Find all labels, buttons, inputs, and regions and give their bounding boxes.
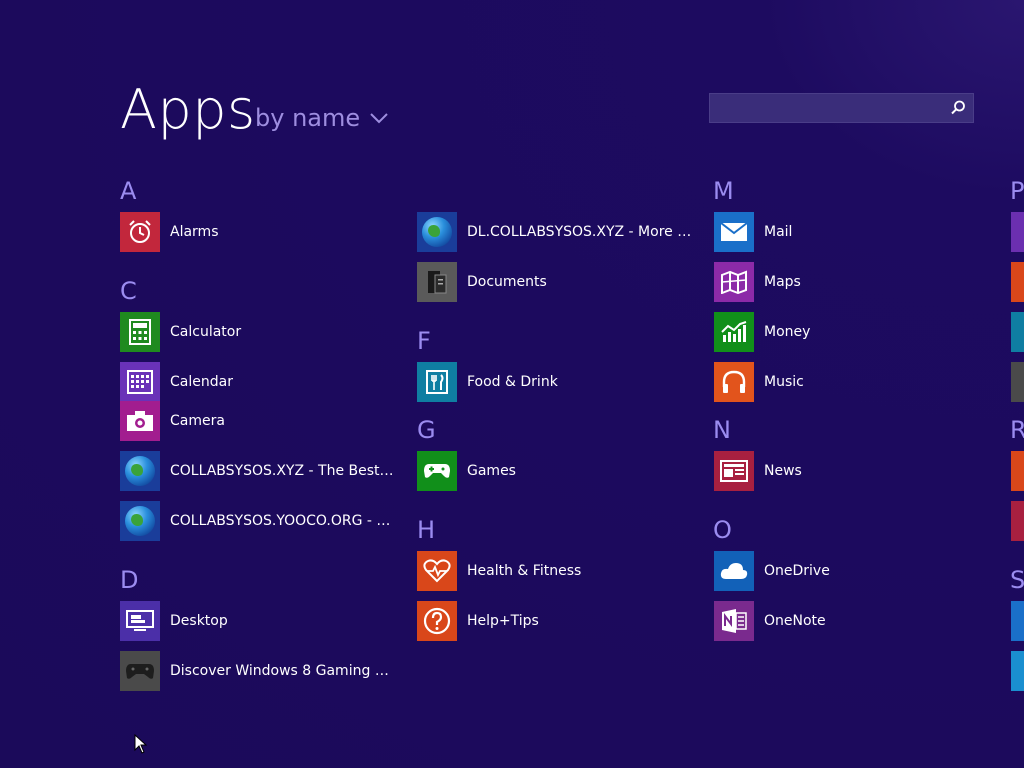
money-chart-icon [714, 312, 754, 352]
app-label: Food & Drink [467, 374, 558, 390]
app-label: Desktop [170, 613, 228, 629]
app-onenote[interactable]: OneNote [714, 601, 964, 641]
onenote-icon [714, 601, 754, 641]
group-header-r[interactable]: R [1010, 416, 1024, 444]
sort-by-dropdown[interactable]: by name [255, 104, 388, 132]
app-alarms[interactable]: Alarms [120, 212, 395, 252]
app-label: OneDrive [764, 563, 830, 579]
app-tile-partial[interactable] [1011, 312, 1024, 352]
app-desktop[interactable]: Desktop [120, 601, 395, 641]
app-tile-partial[interactable] [1011, 501, 1024, 541]
group-header-o[interactable]: O [713, 516, 732, 544]
newspaper-icon [714, 451, 754, 491]
alarm-clock-icon [120, 212, 160, 252]
app-tile-partial[interactable] [1011, 262, 1024, 302]
app-tile-partial[interactable] [1011, 362, 1024, 402]
xbox-controller-icon [417, 451, 457, 491]
calendar-icon [120, 362, 160, 402]
app-tile-partial[interactable] [1011, 451, 1024, 491]
app-mail[interactable]: Mail [714, 212, 964, 252]
desktop-icon [120, 601, 160, 641]
app-collabsysos-xyz[interactable]: COLLABSYSOS.XYZ - The Best S... [120, 451, 395, 491]
app-camera[interactable]: Camera [120, 401, 395, 441]
app-calculator[interactable]: Calculator [120, 312, 395, 352]
search-icon[interactable] [949, 99, 967, 117]
app-label: Maps [764, 274, 801, 290]
app-maps[interactable]: Maps [714, 262, 964, 302]
search-box[interactable] [709, 93, 974, 123]
app-documents[interactable]: Documents [417, 262, 692, 302]
app-onedrive[interactable]: OneDrive [714, 551, 964, 591]
app-news[interactable]: News [714, 451, 964, 491]
app-label: Documents [467, 274, 547, 290]
group-header-c[interactable]: C [120, 277, 137, 305]
documents-icon [417, 262, 457, 302]
app-games[interactable]: Games [417, 451, 692, 491]
app-money[interactable]: Money [714, 312, 964, 352]
app-label: Alarms [170, 224, 219, 240]
group-header-g[interactable]: G [417, 416, 436, 444]
chevron-down-icon [370, 113, 388, 124]
app-label: Calculator [170, 324, 242, 340]
app-food-drink[interactable]: Food & Drink [417, 362, 692, 402]
app-label: Mail [764, 224, 793, 240]
group-header-f[interactable]: F [417, 327, 431, 355]
app-health-fitness[interactable]: Health & Fitness [417, 551, 692, 591]
app-label: Money [764, 324, 811, 340]
headphones-icon [714, 362, 754, 402]
help-question-icon [417, 601, 457, 641]
cloud-icon [714, 551, 754, 591]
app-discover-gaming[interactable]: Discover Windows 8 Gaming Edi... [120, 651, 395, 691]
sort-label: by name [255, 104, 361, 132]
app-calendar[interactable]: Calendar [120, 362, 395, 402]
group-header-d[interactable]: D [120, 566, 138, 594]
globe-icon [120, 451, 160, 491]
app-label: OneNote [764, 613, 826, 629]
app-label: Games [467, 463, 516, 479]
app-dl-collabsysos[interactable]: DL.COLLABSYSOS.XYZ - More C... [417, 212, 692, 252]
app-music[interactable]: Music [714, 362, 964, 402]
page-title: Apps [120, 78, 256, 141]
app-collabsysos-yooco[interactable]: COLLABSYSOS.YOOCO.ORG - O... [120, 501, 395, 541]
fork-knife-icon [417, 362, 457, 402]
app-label: COLLABSYSOS.XYZ - The Best S... [170, 463, 395, 479]
globe-icon [120, 501, 160, 541]
group-header-s[interactable]: S [1010, 566, 1024, 594]
app-label: Discover Windows 8 Gaming Edi... [170, 663, 395, 679]
app-tile-partial[interactable] [1011, 651, 1024, 691]
gamepad-icon [120, 651, 160, 691]
apps-screen: Apps by name A Alarms C Calculator Calen… [0, 0, 1024, 768]
app-label: Help+Tips [467, 613, 539, 629]
app-label: COLLABSYSOS.YOOCO.ORG - O... [170, 513, 395, 529]
app-label: Health & Fitness [467, 563, 582, 579]
group-header-a[interactable]: A [120, 177, 136, 205]
camera-icon [120, 401, 160, 441]
mouse-pointer-icon [134, 734, 148, 754]
group-header-p[interactable]: P [1010, 177, 1024, 205]
heart-pulse-icon [417, 551, 457, 591]
app-label: Music [764, 374, 804, 390]
calculator-icon [120, 312, 160, 352]
globe-icon [417, 212, 457, 252]
map-icon [714, 262, 754, 302]
app-label: News [764, 463, 802, 479]
app-label: Calendar [170, 374, 233, 390]
app-help-tips[interactable]: Help+Tips [417, 601, 692, 641]
app-label: DL.COLLABSYSOS.XYZ - More C... [467, 224, 692, 240]
app-label: Camera [170, 413, 225, 429]
group-header-m[interactable]: M [713, 177, 734, 205]
mail-envelope-icon [714, 212, 754, 252]
app-tile-partial[interactable] [1011, 601, 1024, 641]
app-tile-partial[interactable] [1011, 212, 1024, 252]
group-header-n[interactable]: N [713, 416, 731, 444]
group-header-h[interactable]: H [417, 516, 435, 544]
search-input[interactable] [710, 94, 956, 122]
